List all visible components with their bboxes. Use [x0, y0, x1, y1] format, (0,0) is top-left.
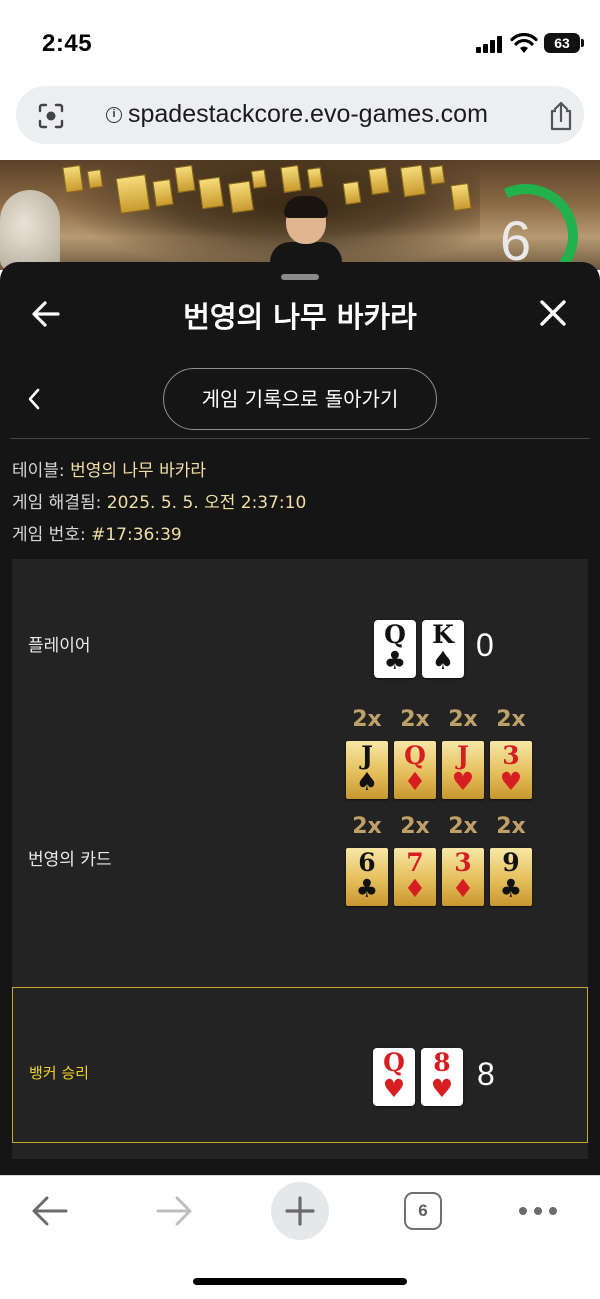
playing-card: 9 ♣	[490, 848, 532, 906]
lens-icon[interactable]	[36, 101, 66, 131]
status-time: 2:45	[42, 30, 93, 57]
playing-card: J ♠	[346, 741, 388, 799]
round-timer: 6	[500, 209, 532, 270]
card-suit: ♣	[383, 646, 407, 675]
card-rank: K	[432, 620, 454, 649]
card-rank: 9	[502, 848, 520, 877]
banker-win-label: 뱅커 승리	[29, 1064, 89, 1082]
browser-toolbar: 6	[0, 1175, 600, 1299]
info-icon[interactable]: i	[106, 107, 122, 123]
player-score: 0	[476, 627, 494, 663]
prosperity-label: 번영의 카드	[28, 850, 112, 870]
card-rank: 3	[454, 848, 472, 877]
drag-handle[interactable]	[281, 274, 319, 280]
new-tab-button[interactable]	[271, 1182, 329, 1240]
card-suit: ♥	[430, 1074, 454, 1103]
address-bar[interactable]: i spadestackcore.evo-games.com	[16, 86, 584, 144]
playing-card: 3 ♦	[442, 848, 484, 906]
card-suit: ♥	[499, 767, 523, 796]
url-text[interactable]: spadestackcore.evo-games.com	[128, 100, 488, 129]
playing-card: 3 ♥	[490, 741, 532, 799]
resolved-info: 게임 해결됨: 2025. 5. 5. 오전 2:37:10	[12, 493, 307, 513]
card-rank: 6	[358, 848, 376, 877]
card-rank: Q	[384, 620, 406, 649]
playing-card: J ♥	[442, 741, 484, 799]
playing-card: 7 ♦	[394, 848, 436, 906]
multiplier-label: 2x	[496, 814, 526, 839]
card-rank: 3	[502, 741, 520, 770]
banker-win-box: 뱅커 승리 Q ♥ 8 ♥ 8	[12, 987, 588, 1143]
more-icon[interactable]	[518, 1206, 558, 1216]
card-suit: ♠	[431, 646, 455, 675]
multiplier-label: 2x	[400, 814, 430, 839]
card-rank: J	[361, 741, 373, 770]
multiplier-label: 2x	[352, 707, 382, 732]
status-bar: 2:45 63	[0, 0, 600, 84]
card-suit: ♦	[403, 874, 427, 903]
battery-indicator: 63	[544, 33, 584, 53]
card-rank: Q	[383, 1048, 405, 1077]
share-icon[interactable]	[546, 100, 576, 132]
card-rank: 8	[433, 1048, 451, 1077]
card-rank: Q	[404, 741, 426, 770]
live-video-preview: 6	[0, 160, 600, 270]
player-label: 플레이어	[28, 636, 91, 656]
close-icon[interactable]	[538, 298, 568, 328]
home-indicator	[193, 1278, 407, 1285]
card-suit: ♠	[355, 767, 379, 796]
new-tab-plus-icon	[285, 1196, 315, 1226]
multiplier-label: 2x	[448, 814, 478, 839]
card-rank: 7	[406, 848, 424, 877]
multiplier-label: 2x	[496, 707, 526, 732]
game-history-sheet: 번영의 나무 바카라 게임 기록으로 돌아가기 테이블: 번영의 나무 바카라 …	[0, 262, 600, 1178]
signal-icon	[476, 35, 504, 53]
card-suit: ♦	[403, 767, 427, 796]
wifi-icon	[510, 33, 538, 53]
card-suit: ♥	[451, 767, 475, 796]
playing-card: 6 ♣	[346, 848, 388, 906]
playing-card: Q ♥	[373, 1048, 415, 1106]
card-suit: ♣	[355, 874, 379, 903]
playing-card: K ♠	[422, 620, 464, 678]
result-panel: 플레이어 Q ♣ K ♠ 0 번영의 카드 2x J ♠ 2x Q ♦ 2x J ♥ 2x 3 ♥ 2x 6 ♣ 2…	[12, 559, 588, 1159]
tabs-icon[interactable]: 6	[404, 1192, 442, 1230]
multiplier-label: 2x	[448, 707, 478, 732]
banker-score: 8	[477, 1056, 495, 1092]
chevron-left-icon[interactable]	[24, 386, 44, 412]
playing-card: Q ♦	[394, 741, 436, 799]
back-to-history-button[interactable]: 게임 기록으로 돌아가기	[163, 368, 437, 430]
game-number-info: 게임 번호: #17:36:39	[12, 525, 182, 545]
decorative-vase	[0, 190, 60, 270]
dealer	[270, 196, 342, 270]
nav-back-icon[interactable]	[30, 1194, 70, 1228]
playing-card: 8 ♥	[421, 1048, 463, 1106]
multiplier-label: 2x	[352, 814, 382, 839]
playing-card: Q ♣	[374, 620, 416, 678]
table-info: 테이블: 번영의 나무 바카라	[12, 461, 206, 481]
sheet-title: 번영의 나무 바카라	[183, 300, 417, 334]
card-rank: J	[457, 741, 469, 770]
card-suit: ♦	[451, 874, 475, 903]
multiplier-label: 2x	[400, 707, 430, 732]
card-suit: ♥	[382, 1074, 406, 1103]
card-suit: ♣	[499, 874, 523, 903]
divider	[10, 438, 590, 439]
nav-forward-icon[interactable]	[154, 1194, 194, 1228]
